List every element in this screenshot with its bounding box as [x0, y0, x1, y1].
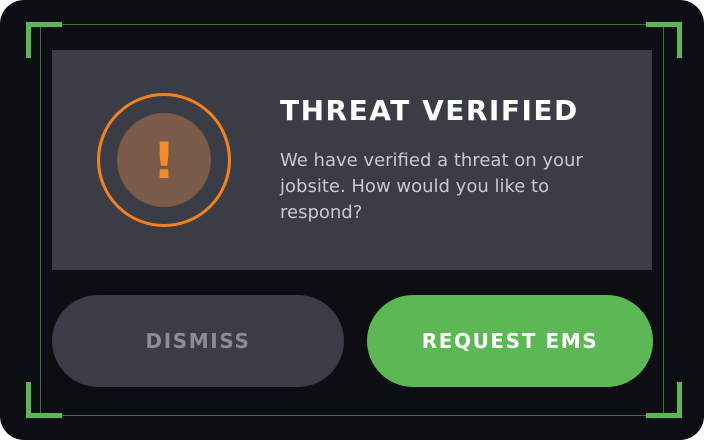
- dismiss-button[interactable]: DISMISS: [52, 295, 344, 387]
- frame-corner-bottom-left: [26, 382, 62, 418]
- threat-dialog: ! THREAT VERIFIED We have verified a thr…: [0, 0, 704, 440]
- exclamation-icon: !: [152, 132, 176, 190]
- request-ems-button[interactable]: REQUEST EMS: [367, 295, 653, 387]
- dialog-message: We have verified a threat on your jobsit…: [280, 150, 583, 223]
- exclamation-alert-icon: !: [117, 113, 211, 207]
- dialog-title: THREAT VERIFIED: [280, 94, 579, 127]
- frame-corner-bottom-right: [646, 382, 682, 418]
